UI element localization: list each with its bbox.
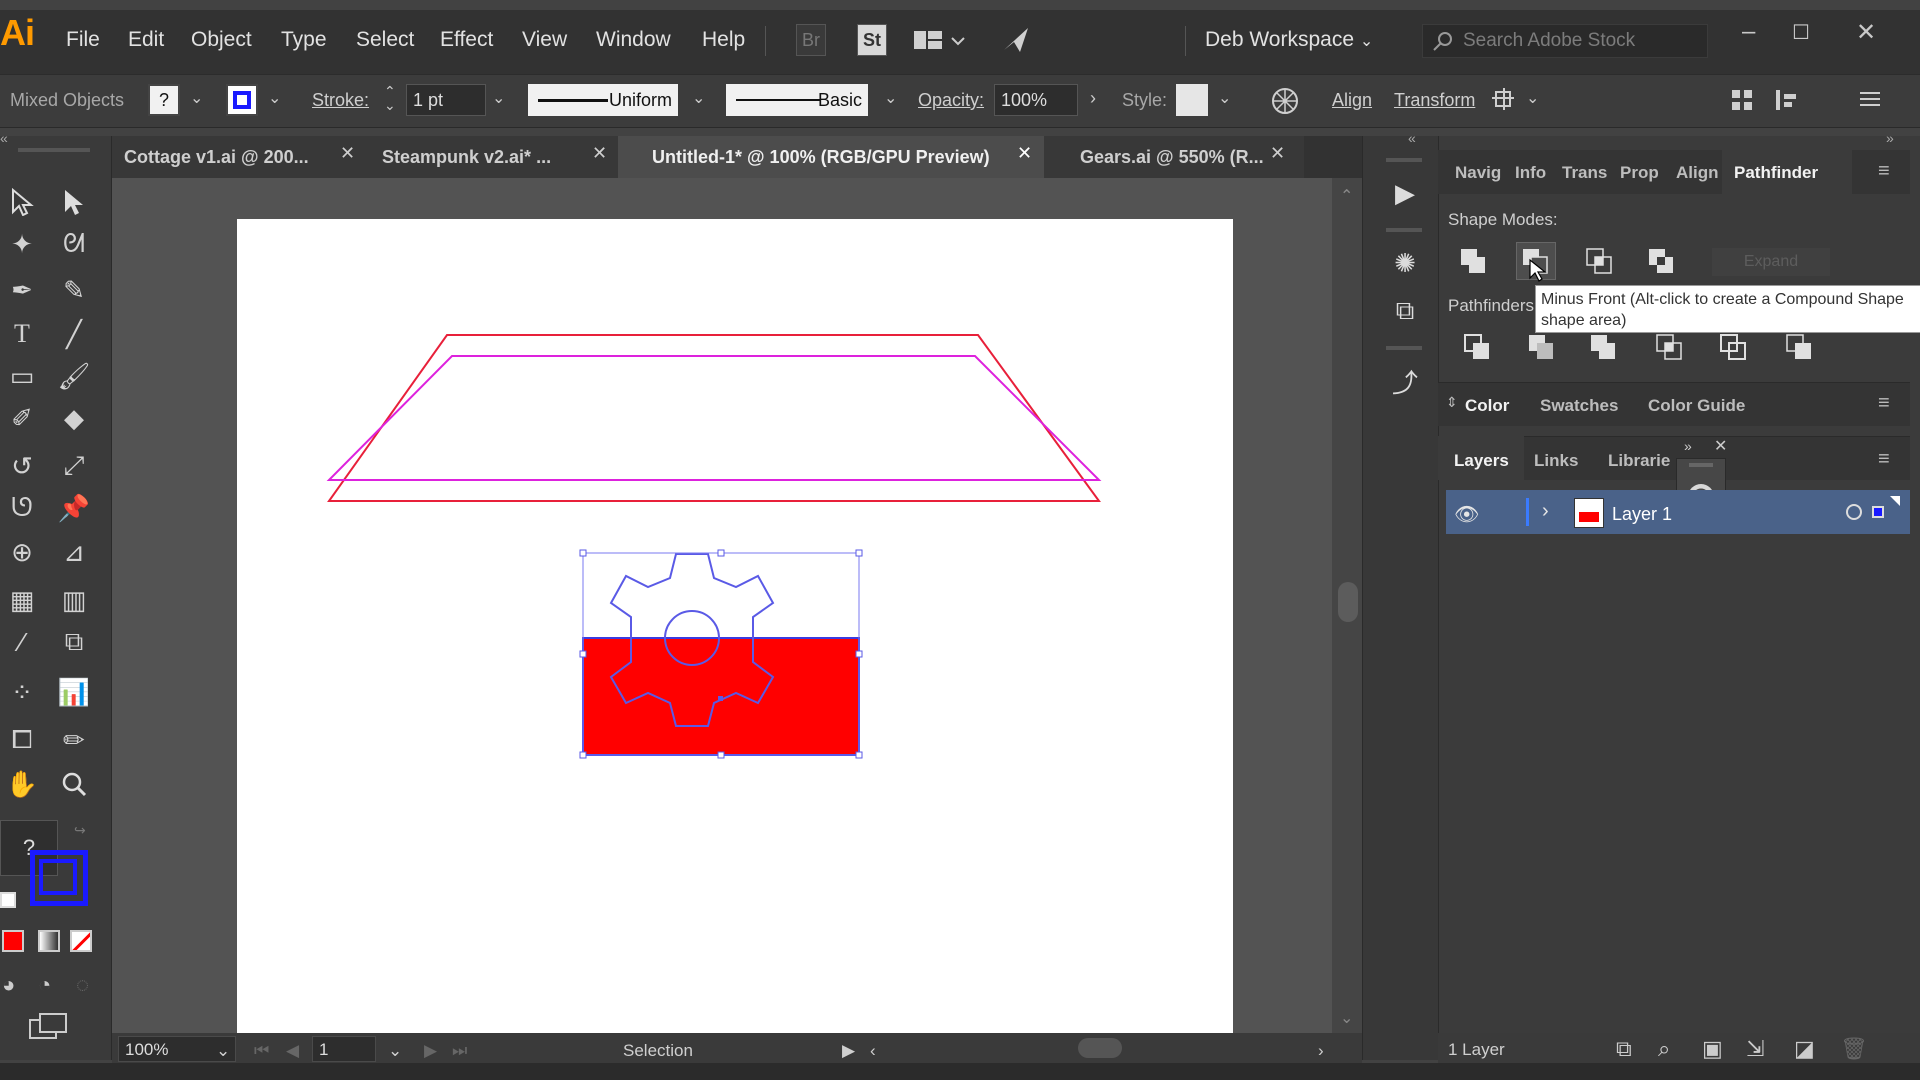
trapezoid-red-outline[interactable]	[327, 334, 1101, 502]
first-artboard-icon[interactable]: ⏮	[254, 1041, 269, 1061]
status-menu-arrow-icon[interactable]: ▶	[842, 1041, 855, 1061]
crop-button[interactable]	[1654, 332, 1684, 362]
outline-button[interactable]	[1718, 332, 1748, 362]
tab-navigator[interactable]: Navig	[1455, 163, 1501, 183]
tab-links[interactable]: Links	[1534, 451, 1578, 471]
layer-color-strip	[1526, 498, 1529, 526]
visibility-eye-icon[interactable]: 👁	[1454, 502, 1479, 527]
trapezoid-magenta-outline[interactable]	[326, 355, 1102, 481]
bottom-edge	[0, 1063, 1920, 1080]
merge-button[interactable]	[1588, 332, 1618, 362]
tab-properties[interactable]: Prop	[1620, 163, 1659, 183]
last-artboard-icon[interactable]: ⏭	[452, 1041, 467, 1061]
tab-swatches[interactable]: Swatches	[1540, 396, 1618, 416]
scroll-left-icon[interactable]: ‹	[870, 1041, 876, 1061]
appearance-icon[interactable]: ✺	[1388, 246, 1422, 280]
pathfinders-label: Pathfinders	[1448, 296, 1534, 315]
scroll-right-icon[interactable]: ›	[1318, 1041, 1324, 1061]
minus-front-tooltip: Minus Front (Alt-click to create a Compo…	[1535, 285, 1920, 333]
layer-thumbnail-fill	[1579, 512, 1599, 522]
tab-align[interactable]: Align	[1676, 163, 1719, 183]
collapse-panels-icon[interactable]: »	[1886, 130, 1894, 146]
tooltip-line-1: Minus Front (Alt-click to create a Compo…	[1541, 291, 1904, 308]
scroll-up-icon[interactable]: ⌃	[1340, 186, 1353, 206]
panel-menu-icon[interactable]: ≡	[1878, 448, 1890, 471]
new-layer-icon[interactable]: ◪	[1794, 1036, 1815, 1062]
selection-indicator[interactable]	[1872, 506, 1884, 518]
transform-panel-icon[interactable]: ⧉	[1388, 294, 1422, 328]
locate-object-icon[interactable]: ⌕	[1658, 1036, 1670, 1062]
expand-button[interactable]: Expand	[1712, 248, 1830, 276]
shape-modes-label: Shape Modes:	[1448, 210, 1558, 229]
dock-grip[interactable]	[1386, 158, 1422, 162]
floating-close-icon[interactable]: ✕	[1714, 436, 1727, 456]
dock-grip-3[interactable]	[1386, 346, 1422, 350]
divide-button[interactable]	[1462, 332, 1492, 362]
collect-export-icon[interactable]: ⧉	[1616, 1036, 1632, 1062]
layer-corner-mark	[1890, 496, 1900, 506]
minus-back-button[interactable]	[1784, 332, 1814, 362]
illustrator-window: Ai File Edit Object Type Select Effect V…	[0, 0, 1920, 1080]
target-icon[interactable]	[1846, 504, 1862, 520]
panel-menu-icon[interactable]: ≡	[1878, 392, 1890, 415]
tab-color-guide[interactable]: Color Guide	[1648, 396, 1745, 416]
next-artboard-icon[interactable]: ▶	[424, 1041, 437, 1061]
layer-thumbnail	[1574, 498, 1604, 528]
trim-button[interactable]	[1526, 332, 1556, 362]
artboard-number-input[interactable]: 1	[312, 1036, 376, 1062]
tab-libraries[interactable]: Librarie	[1608, 451, 1670, 471]
exclude-button[interactable]	[1646, 246, 1676, 276]
vertical-scroll-thumb[interactable]	[1338, 582, 1358, 622]
floating-expand-icon[interactable]: »	[1684, 438, 1692, 454]
panel-menu-icon[interactable]: ≡	[1878, 160, 1890, 183]
horizontal-scroll-thumb[interactable]	[1078, 1038, 1122, 1058]
new-sublayer-icon[interactable]: ⇲	[1746, 1036, 1764, 1062]
dock-grip-2[interactable]	[1386, 228, 1422, 232]
make-clipping-mask-icon[interactable]: ▣	[1702, 1036, 1723, 1062]
unite-button[interactable]	[1458, 246, 1488, 276]
tab-pathfinder[interactable]: Pathfinder	[1734, 163, 1818, 183]
chevron-down-icon[interactable]: ⌄	[388, 1041, 402, 1061]
collapse-color-panel-icon[interactable]: ⇕	[1446, 394, 1458, 411]
actions-play-icon[interactable]: ▶	[1388, 176, 1422, 210]
delete-layer-icon[interactable]: 🗑	[1840, 1036, 1868, 1062]
current-tool-label: Selection	[623, 1041, 693, 1060]
intersect-button[interactable]	[1584, 246, 1614, 276]
tab-layers[interactable]: Layers	[1454, 451, 1509, 471]
status-bar	[112, 1033, 1362, 1063]
tab-transform[interactable]: Trans	[1562, 163, 1607, 183]
tab-info[interactable]: Info	[1515, 163, 1546, 183]
expand-dock-icon[interactable]: «	[1408, 130, 1416, 146]
layer-row-layer-1[interactable]	[1446, 490, 1910, 534]
right-panel-group	[1438, 136, 1920, 1060]
layer-count: 1 Layer	[1448, 1040, 1505, 1059]
tab-color[interactable]: Color	[1465, 396, 1509, 416]
tooltip-line-2: shape area)	[1541, 312, 1627, 329]
layer-name[interactable]: Layer 1	[1612, 504, 1672, 525]
center-point	[718, 696, 723, 701]
asset-export-icon[interactable]: ⤴	[1388, 364, 1422, 398]
previous-artboard-icon[interactable]: ◀	[286, 1041, 299, 1061]
expand-layer-icon[interactable]: ›	[1542, 500, 1549, 523]
chevron-down-icon[interactable]: ⌄	[216, 1041, 230, 1061]
scroll-down-icon[interactable]: ⌄	[1340, 1008, 1353, 1028]
